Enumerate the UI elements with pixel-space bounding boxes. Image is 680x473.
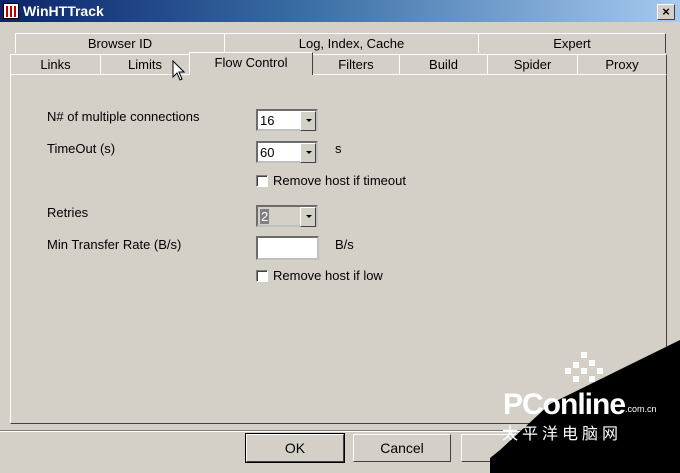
timeout-unit: s — [335, 141, 342, 156]
window-title: WinHTTrack — [23, 3, 104, 19]
tab-proxy[interactable]: Proxy — [577, 54, 667, 74]
tab-log-index-cache[interactable]: Log, Index, Cache — [224, 33, 479, 53]
app-icon — [3, 3, 19, 19]
retries-select[interactable]: 2 — [256, 205, 318, 227]
remove-host-timeout-label: Remove host if timeout — [273, 173, 406, 188]
watermark-brand: PConline — [503, 388, 626, 421]
timeout-value: 60 — [260, 145, 275, 160]
connections-value: 16 — [260, 113, 275, 128]
tab-spider[interactable]: Spider — [487, 54, 578, 74]
chevron-down-icon[interactable] — [300, 207, 316, 227]
remove-host-low-checkbox[interactable] — [256, 270, 268, 282]
remove-host-low-label: Remove host if low — [273, 268, 383, 283]
mouse-cursor-icon — [172, 60, 186, 81]
min-transfer-input[interactable] — [256, 236, 319, 260]
remove-host-timeout-checkbox[interactable] — [256, 175, 268, 187]
tab-build[interactable]: Build — [399, 54, 488, 74]
tab-filters[interactable]: Filters — [312, 54, 400, 74]
timeout-select[interactable]: 60 — [256, 141, 318, 163]
tab-browser-id[interactable]: Browser ID — [15, 33, 225, 53]
chevron-down-icon[interactable] — [300, 111, 316, 131]
min-transfer-unit: B/s — [335, 237, 354, 252]
retries-value: 2 — [260, 209, 270, 224]
watermark-subtitle: 太平洋电脑网 — [502, 426, 623, 443]
tab-flow-control[interactable]: Flow Control — [189, 52, 313, 75]
min-transfer-label: Min Transfer Rate (B/s) — [47, 237, 182, 252]
connections-label: N# of multiple connections — [47, 109, 200, 124]
close-button[interactable]: × — [657, 4, 675, 20]
watermark-domain: .com.cn — [625, 404, 657, 414]
chevron-down-icon[interactable] — [300, 143, 316, 163]
connections-select[interactable]: 16 — [256, 109, 318, 131]
cancel-button[interactable]: Cancel — [353, 434, 451, 462]
ok-button[interactable]: OK — [245, 433, 345, 463]
retries-label: Retries — [47, 205, 89, 220]
timeout-label: TimeOut (s) — [47, 141, 116, 156]
tab-expert[interactable]: Expert — [478, 33, 666, 53]
tab-links[interactable]: Links — [10, 54, 101, 74]
